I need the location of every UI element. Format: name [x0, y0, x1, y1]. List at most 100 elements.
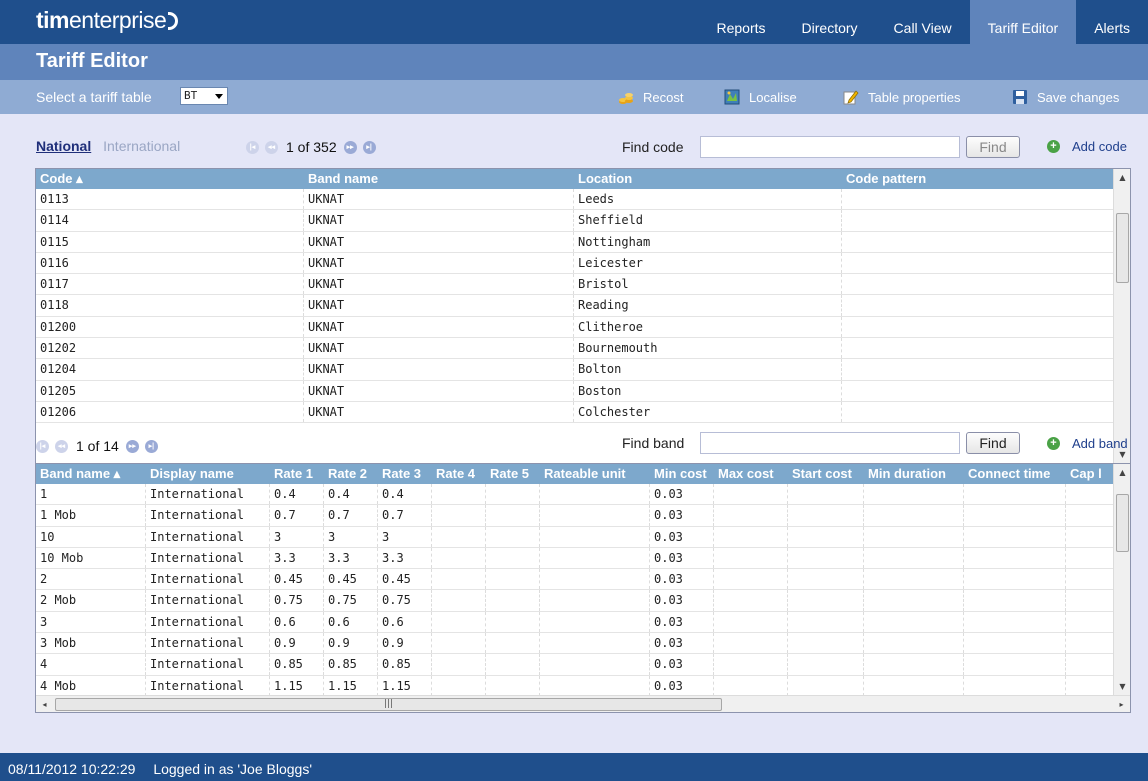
bands-horizontal-scrollbar[interactable]: ◂ ||| ▸ — [36, 695, 1130, 712]
next-page-icon[interactable]: ▸▸ — [343, 140, 357, 154]
first-page-icon[interactable]: |◂ — [36, 439, 49, 453]
column-header-code[interactable]: Code ▴ — [36, 169, 304, 189]
find-code-button[interactable]: Find — [966, 136, 1020, 158]
table-cell — [432, 526, 486, 547]
column-header[interactable]: Rate 2 — [324, 464, 378, 484]
column-header[interactable]: Max cost — [714, 464, 788, 484]
find-band-button[interactable]: Find — [966, 432, 1020, 454]
scroll-thumb[interactable] — [1116, 213, 1129, 283]
table-cell — [540, 654, 650, 675]
table-row[interactable]: 01200 UKNAT Clitheroe — [36, 316, 1114, 339]
table-cell: Nottingham — [574, 231, 842, 252]
table-row[interactable]: 4 International 0.85 0.85 0.85 0.03 — [36, 654, 1126, 676]
column-header[interactable]: Min cost — [650, 464, 714, 484]
column-header[interactable]: Rate 4 — [432, 464, 486, 484]
table-row[interactable]: 1 Mob International 0.7 0.7 0.7 0.03 — [36, 505, 1126, 527]
table-row[interactable]: 0116 UKNAT Leicester — [36, 252, 1114, 275]
find-code-input[interactable] — [700, 136, 960, 158]
table-cell — [432, 590, 486, 611]
column-header[interactable]: Band name ▴ — [36, 464, 146, 484]
table-row[interactable]: 10 International 3 3 3 0.03 — [36, 526, 1126, 548]
table-row[interactable]: 10 Mob International 3.3 3.3 3.3 0.03 — [36, 547, 1126, 570]
table-cell: 0.4 — [378, 484, 432, 505]
tab-international[interactable]: International — [103, 138, 180, 154]
table-cell: 0.85 — [324, 654, 378, 675]
previous-page-icon[interactable]: ◂◂ — [265, 140, 278, 154]
table-row[interactable]: 4 Mob International 1.15 1.15 1.15 0.03 — [36, 675, 1126, 697]
status-bar: 08/11/2012 10:22:29 Logged in as 'Joe Bl… — [0, 753, 1148, 781]
scroll-right-icon[interactable]: ▸ — [1113, 696, 1130, 712]
column-header[interactable]: Rate 3 — [378, 464, 432, 484]
recost-button[interactable]: Recost — [618, 89, 683, 105]
codes-vertical-scrollbar[interactable]: ▲ ▼ — [1113, 169, 1130, 463]
table-cell: 0117 — [36, 274, 304, 295]
table-row[interactable]: 0114 UKNAT Sheffield — [36, 210, 1114, 232]
table-cell — [432, 675, 486, 696]
column-header[interactable]: Connect time — [964, 464, 1066, 484]
table-row[interactable]: 01206 UKNAT Colchester — [36, 401, 1114, 424]
find-band-input[interactable] — [700, 432, 960, 454]
table-cell — [842, 231, 1114, 252]
table-row[interactable]: 01205 UKNAT Boston — [36, 380, 1114, 402]
table-cell — [540, 590, 650, 611]
nav-call-view[interactable]: Call View — [876, 0, 970, 48]
tariff-table-label: Select a tariff table — [36, 89, 152, 105]
table-row[interactable]: 01202 UKNAT Bournemouth — [36, 338, 1114, 360]
tariff-table-select[interactable]: BT — [180, 87, 228, 105]
nav-tariff-editor[interactable]: Tariff Editor — [969, 0, 1077, 48]
add-code-button[interactable]: + Add code — [1047, 139, 1127, 154]
scroll-up-icon[interactable]: ▲ — [1114, 169, 1130, 186]
table-cell: 1.15 — [378, 675, 432, 696]
column-header[interactable]: Min duration — [864, 464, 964, 484]
column-header-code-pattern[interactable]: Code pattern — [842, 169, 1114, 189]
column-header[interactable]: Start cost — [788, 464, 864, 484]
scroll-down-icon[interactable]: ▼ — [1114, 678, 1130, 695]
column-header-band-name[interactable]: Band name — [304, 169, 574, 189]
scroll-left-icon[interactable]: ◂ — [36, 696, 53, 712]
table-cell: 0.03 — [650, 547, 714, 569]
localise-button[interactable]: Localise — [724, 89, 797, 105]
scroll-up-icon[interactable]: ▲ — [1114, 464, 1130, 481]
add-band-button[interactable]: + Add band — [1047, 436, 1128, 451]
table-cell — [964, 484, 1066, 505]
table-row[interactable]: 3 International 0.6 0.6 0.6 0.03 — [36, 611, 1126, 634]
table-row[interactable]: 0113 UKNAT Leeds — [36, 189, 1114, 211]
table-row[interactable]: 3 Mob International 0.9 0.9 0.9 0.03 — [36, 633, 1126, 655]
column-header[interactable]: Display name — [146, 464, 270, 484]
next-page-icon[interactable]: ▸▸ — [125, 439, 139, 453]
column-header-location[interactable]: Location — [574, 169, 842, 189]
scroll-thumb[interactable]: ||| — [55, 698, 722, 711]
bands-vertical-scrollbar[interactable]: ▲ ▼ — [1113, 464, 1130, 695]
nav-alerts[interactable]: Alerts — [1076, 0, 1148, 48]
tab-national[interactable]: National — [36, 138, 91, 154]
table-row[interactable]: 0118 UKNAT Reading — [36, 295, 1114, 317]
nav-reports[interactable]: Reports — [699, 0, 784, 48]
table-row[interactable]: 0115 UKNAT Nottingham — [36, 231, 1114, 253]
last-page-icon[interactable]: ▸| — [144, 439, 158, 453]
column-header[interactable]: Rate 1 — [270, 464, 324, 484]
table-row[interactable]: 0117 UKNAT Bristol — [36, 274, 1114, 296]
table-cell: 3 — [324, 526, 378, 547]
table-cell: International — [146, 654, 270, 675]
table-cell: UKNAT — [304, 295, 574, 316]
table-row[interactable]: 01204 UKNAT Bolton — [36, 359, 1114, 381]
bands-pager: |◂ ◂◂ 1 of 14 ▸▸ ▸| — [36, 438, 164, 454]
table-row[interactable]: 2 Mob International 0.75 0.75 0.75 0.03 — [36, 590, 1126, 612]
first-page-icon[interactable]: |◂ — [246, 140, 259, 154]
nav-directory[interactable]: Directory — [784, 0, 876, 48]
column-header[interactable]: Rate 5 — [486, 464, 540, 484]
table-cell — [964, 633, 1066, 654]
table-cell: 3 — [378, 526, 432, 547]
table-cell — [540, 611, 650, 633]
codes-page-count: 1 of 352 — [286, 139, 337, 155]
last-page-icon[interactable]: ▸| — [362, 140, 376, 154]
table-row[interactable]: 2 International 0.45 0.45 0.45 0.03 — [36, 569, 1126, 591]
table-cell — [864, 484, 964, 505]
column-header[interactable]: Rateable unit — [540, 464, 650, 484]
save-changes-button[interactable]: Save changes — [1012, 89, 1119, 105]
table-properties-button[interactable]: Table properties — [843, 89, 961, 105]
scroll-thumb[interactable] — [1116, 494, 1129, 552]
previous-page-icon[interactable]: ◂◂ — [55, 439, 68, 453]
table-row[interactable]: 1 International 0.4 0.4 0.4 0.03 — [36, 484, 1126, 506]
table-cell: International — [146, 484, 270, 505]
